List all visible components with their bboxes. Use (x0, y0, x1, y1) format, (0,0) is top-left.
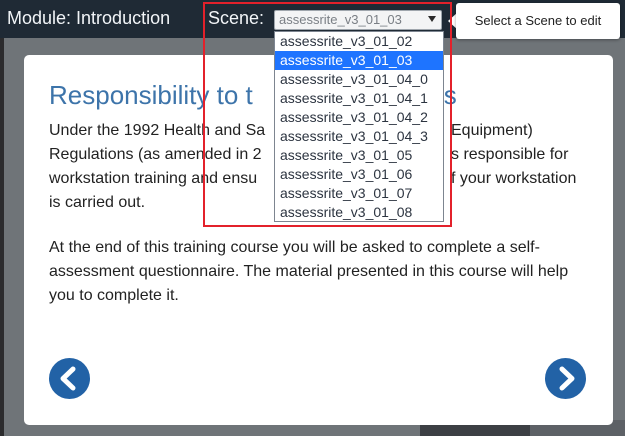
chevron-right-icon (559, 366, 575, 391)
para-line-end: f your workstation (451, 170, 577, 187)
scene-tooltip: Select a Scene to edit (456, 3, 620, 39)
outro-paragraph: At the end of this training course you w… (49, 239, 569, 304)
next-button[interactable] (545, 358, 586, 399)
module-title: Module: Introduction (7, 8, 171, 28)
highlight-box (203, 2, 452, 227)
para-line-end: Equipment) (451, 122, 533, 139)
previous-button[interactable] (49, 358, 90, 399)
chevron-left-icon (60, 366, 76, 391)
para-line-start: is carried out. (49, 194, 146, 211)
para-line-end: s responsible for (451, 146, 569, 163)
